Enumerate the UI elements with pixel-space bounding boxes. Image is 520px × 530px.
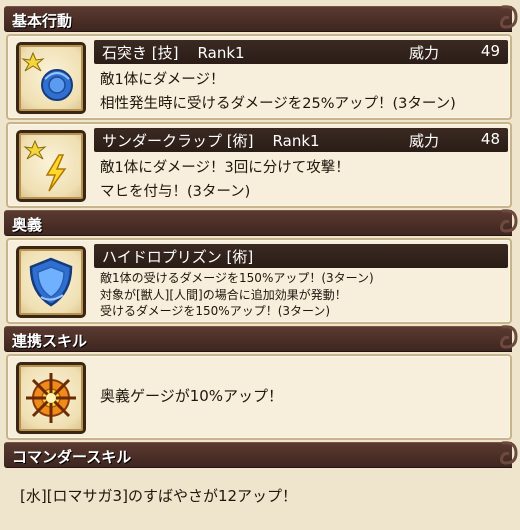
ougi-card[interactable]: ハイドロプリズン [術] 敵1体の受けるダメージを150%アップ！(3ターン) … <box>6 238 512 324</box>
section-header-commander: コマンダースキル <box>4 441 518 468</box>
skill-icon-frame <box>16 42 86 114</box>
commander-skill-text: [水][ロマサガ3]のすばやさが12アップ！ <box>20 487 298 505</box>
section-title: コマンダースキル <box>12 448 132 466</box>
flame-compass-icon <box>26 373 76 423</box>
water-shield-icon <box>29 257 73 307</box>
section-title: 基本行動 <box>12 12 73 30</box>
skill-name: サンダークラップ [術] Rank1 <box>102 132 320 150</box>
skill-card-1[interactable]: 石突き [技] Rank1 威力 49 敵1体にダメージ！ 相性発生時に受けるダ… <box>6 34 512 120</box>
skill-description: 敵1体にダメージ！3回に分けて攻撃！ マヒを付与！(3ターン) <box>100 156 350 204</box>
ougi-description: 敵1体の受けるダメージを150%アップ！(3ターン) 対象が[獣人][人間]の場… <box>100 270 374 320</box>
scroll-curl-icon <box>500 5 518 29</box>
description-line: 相性発生時に受けるダメージを25%アップ！(3ターン) <box>100 96 456 112</box>
description-line: 敵1体の受けるダメージを150%アップ！(3ターン) <box>100 271 374 285</box>
description-line: 受けるダメージを150%アップ！(3ターン) <box>100 304 331 318</box>
skill-card-2[interactable]: サンダークラップ [術] Rank1 威力 48 敵1体にダメージ！3回に分けて… <box>6 122 512 208</box>
description-line: マヒを付与！(3ターン) <box>100 184 251 200</box>
section-header-basic: 基本行動 <box>4 5 518 32</box>
description-line: 敵1体にダメージ！ <box>100 72 225 88</box>
section-title: 連携スキル <box>12 332 88 350</box>
scroll-curl-icon <box>500 325 518 349</box>
skill-icon-frame <box>16 246 86 318</box>
ougi-name: ハイドロプリズン [術] <box>102 248 254 266</box>
renkei-description: 奥義ゲージが10%アップ！ <box>100 387 284 405</box>
power-value: 48 <box>480 130 500 148</box>
skill-icon-frame <box>16 362 86 434</box>
thrust-ball-icon <box>21 51 73 101</box>
skill-description: 敵1体にダメージ！ 相性発生時に受けるダメージを25%アップ！(3ターン) <box>100 68 456 116</box>
description-line: 敵1体にダメージ！3回に分けて攻撃！ <box>100 160 350 176</box>
skill-name-bar: 石突き [技] Rank1 威力 49 <box>94 40 508 64</box>
scroll-curl-icon <box>500 209 518 233</box>
power-value: 49 <box>480 42 500 60</box>
skill-name-bar: ハイドロプリズン [術] <box>94 244 508 268</box>
renkei-card[interactable]: 奥義ゲージが10%アップ！ <box>6 354 512 440</box>
power-label: 威力 <box>409 132 440 150</box>
description-line: 対象が[獣人][人間]の場合に追加効果が発動！ <box>100 287 347 302</box>
section-header-renkei: 連携スキル <box>4 325 518 352</box>
lightning-icon <box>23 139 67 192</box>
skill-panel: 基本行動 石突き [技] Rank1 威力 49 敵1体にダメージ！ 相性発生時… <box>0 0 520 530</box>
skill-icon-frame <box>16 130 86 202</box>
section-title: 奥義 <box>12 216 43 234</box>
power-label: 威力 <box>409 44 440 62</box>
skill-name-bar: サンダークラップ [術] Rank1 威力 48 <box>94 128 508 152</box>
skill-name: 石突き [技] Rank1 <box>102 44 245 62</box>
scroll-curl-icon <box>500 441 518 465</box>
section-header-ougi: 奥義 <box>4 209 518 236</box>
